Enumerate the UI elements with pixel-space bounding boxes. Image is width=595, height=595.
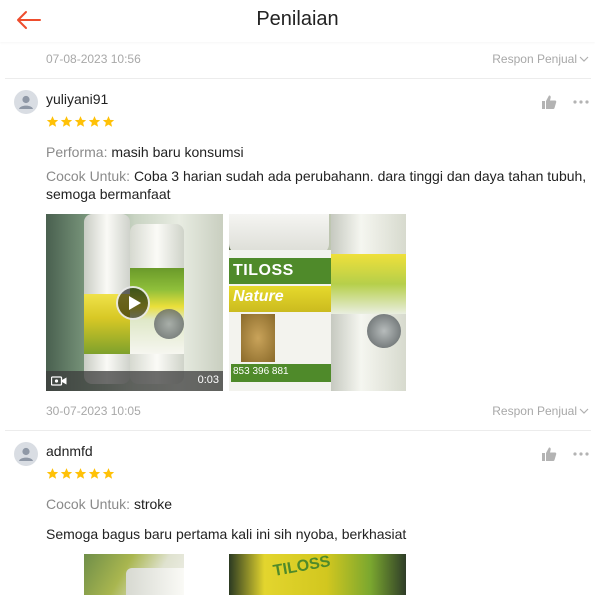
- cocok-untuk-value: Coba 3 harian sudah ada perubahann. dara…: [133, 168, 587, 184]
- user-avatar-icon[interactable]: [14, 442, 38, 466]
- respon-penjual-label: Respon Penjual: [492, 52, 577, 66]
- star-icon: [46, 468, 59, 479]
- cocok-untuk-row: Cocok Untuk: Coba 3 harian sudah ada per…: [46, 168, 586, 184]
- thumbs-up-icon[interactable]: [541, 94, 557, 110]
- chevron-down-icon: [579, 56, 589, 62]
- review-text: Semoga bagus baru pertama kali ini sih n…: [46, 526, 407, 542]
- review-photo-thumbnail[interactable]: TILOSS Nature 853 396 881: [229, 214, 406, 391]
- bottle-cap: [126, 568, 184, 595]
- star-icon: [46, 116, 59, 127]
- rating-stars: [46, 115, 115, 128]
- play-button[interactable]: [116, 286, 150, 320]
- review-meta: 30-07-2023 10:05 Respon Penjual: [46, 401, 591, 421]
- divider: [5, 430, 591, 431]
- product-image-mortar: [241, 314, 275, 362]
- cocok-untuk-value: stroke: [133, 496, 173, 512]
- chevron-down-icon: [579, 408, 589, 414]
- label-phone-text: 853 396 881: [233, 366, 289, 377]
- review-photo-thumbnail[interactable]: TILOSS: [229, 554, 406, 595]
- rating-stars: [46, 467, 115, 480]
- bottle-cap: [229, 214, 329, 254]
- review-meta-top: 07-08-2023 10:56 Respon Penjual: [46, 49, 591, 69]
- respon-penjual-toggle[interactable]: Respon Penjual: [492, 52, 589, 66]
- performa-row: Performa: masih baru konsumsi: [46, 144, 244, 160]
- star-icon: [88, 116, 101, 127]
- cocok-untuk-label: Cocok Untuk:: [46, 168, 131, 184]
- product-brand-text: TILOSS: [233, 262, 294, 279]
- star-icon: [74, 116, 87, 127]
- star-icon: [74, 468, 87, 479]
- video-info-bar: 0:03: [46, 371, 223, 391]
- play-icon: [129, 296, 141, 310]
- more-dots-icon[interactable]: [572, 99, 590, 105]
- reviewer-username[interactable]: yuliyani91: [46, 91, 108, 107]
- respon-penjual-label: Respon Penjual: [492, 404, 577, 418]
- page-title: Penilaian: [256, 8, 339, 30]
- star-icon: [88, 468, 101, 479]
- cocok-untuk-row: Cocok Untuk: stroke: [46, 496, 172, 512]
- performa-label: Performa:: [46, 144, 108, 160]
- review-date: 07-08-2023 10:56: [46, 52, 141, 66]
- review-date: 30-07-2023 10:05: [46, 404, 141, 418]
- respon-penjual-toggle[interactable]: Respon Penjual: [492, 404, 589, 418]
- product-name-text: Nature: [233, 288, 284, 305]
- star-icon: [102, 468, 115, 479]
- review-video-thumbnail[interactable]: 0:03: [46, 214, 223, 391]
- review-photo-thumbnail[interactable]: [84, 554, 184, 595]
- user-avatar-icon[interactable]: [14, 90, 38, 114]
- video-camera-icon: [51, 376, 67, 386]
- star-icon: [60, 116, 73, 127]
- star-icon: [60, 468, 73, 479]
- cocok-untuk-value-continued: semoga bermanfaat: [46, 186, 171, 202]
- star-icon: [102, 116, 115, 127]
- header-bar: Penilaian: [0, 0, 595, 42]
- thumbs-up-icon[interactable]: [541, 446, 557, 462]
- video-duration: 0:03: [197, 374, 219, 386]
- performa-value: masih baru konsumsi: [111, 144, 244, 160]
- hologram-sticker: [154, 309, 184, 339]
- hologram-sticker: [367, 314, 401, 348]
- cocok-untuk-label: Cocok Untuk:: [46, 496, 131, 512]
- reviewer-username[interactable]: adnmfd: [46, 443, 93, 459]
- divider: [5, 78, 591, 79]
- bottle-second-label: [331, 254, 406, 314]
- more-dots-icon[interactable]: [572, 451, 590, 457]
